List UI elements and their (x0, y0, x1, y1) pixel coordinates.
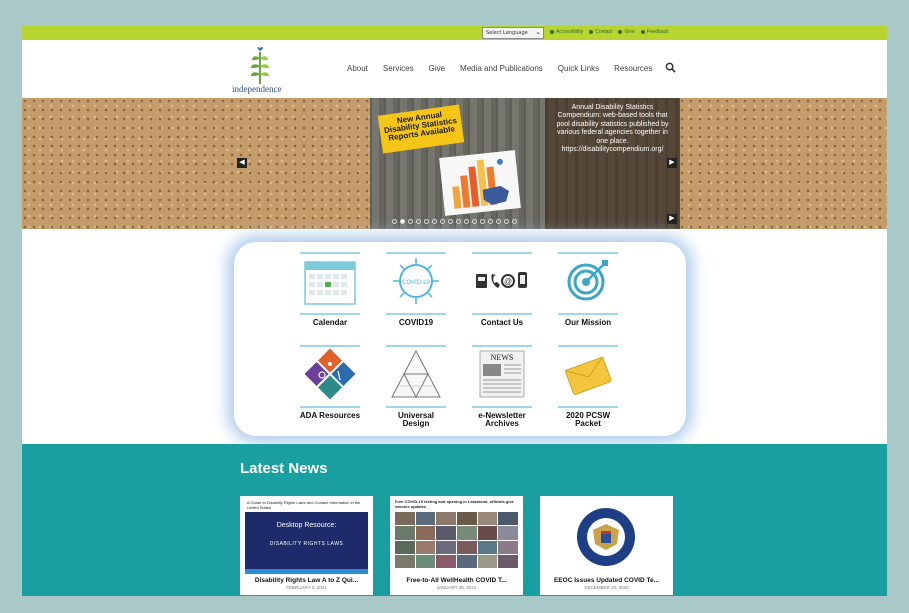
tile-ada-resources[interactable]: ADA Resources (298, 345, 362, 420)
hero-carousel: ◀ New Annual Disability Statistics Repor… (22, 98, 887, 229)
eeoc-seal-icon (577, 508, 635, 566)
nav-item-media[interactable]: Media and Publications (460, 64, 543, 73)
news-card-date: JANUARY 28, 2021 (436, 585, 477, 590)
carousel-dot[interactable] (496, 219, 501, 224)
news-card-image: Free COVID-19 testing and opening in Lak… (395, 500, 518, 574)
carousel-dot[interactable] (488, 219, 493, 224)
carousel-dot[interactable] (432, 219, 437, 224)
tile-label: Calendar (312, 318, 348, 327)
tile-label: COVID19 (398, 318, 434, 327)
svg-text:COVID-19: COVID-19 (402, 280, 430, 286)
tile-contact-us[interactable]: @ Contact Us (470, 252, 534, 327)
news-card-image: A Guide to Disability Rights Laws and Co… (245, 500, 368, 574)
nav-item-resources[interactable]: Resources (614, 64, 652, 73)
utility-link-contact[interactable]: Contact (589, 29, 612, 35)
nav-item-services[interactable]: Services (383, 64, 414, 73)
site-header: independence About Services Give Media a… (22, 40, 887, 98)
tile-e-newsletter[interactable]: NEWS e-Newsletter Archives (470, 345, 534, 428)
news-card-title[interactable]: EEOC Issues Updated COVID Te... (540, 577, 673, 584)
news-card-title[interactable]: Disability Rights Law A to Z Qui... (240, 577, 373, 584)
svg-text:NEWS: NEWS (491, 353, 514, 362)
calendar-icon (304, 261, 356, 305)
tile-label: e-Newsletter Archives (478, 411, 526, 428)
carousel-dot[interactable] (464, 219, 469, 224)
news-card[interactable]: EEOC Issues Updated COVID Te... DECEMBER… (540, 496, 673, 595)
eye-icon (550, 30, 554, 34)
nav-item-give[interactable]: Give (429, 64, 445, 73)
nav-item-about[interactable]: About (347, 64, 368, 73)
tile-calendar[interactable]: Calendar (298, 252, 362, 327)
search-icon[interactable] (665, 62, 676, 73)
carousel-dot[interactable] (400, 219, 405, 224)
carousel-dot[interactable] (512, 219, 517, 224)
carousel-next-icon[interactable]: ▶ (667, 158, 677, 168)
utility-links: Accessibility Contact Give Feedback (550, 29, 669, 35)
carousel-dot[interactable] (392, 219, 397, 224)
carousel-dot[interactable] (416, 219, 421, 224)
newspaper-icon: NEWS (479, 350, 525, 398)
chevron-down-icon: ⌄ (535, 28, 541, 36)
news-card-date: DECEMBER 22, 2020 (584, 585, 629, 590)
carousel-dot[interactable] (504, 219, 509, 224)
carousel-dots (392, 219, 517, 224)
tile-label: Our Mission (564, 318, 612, 327)
tile-label: 2020 PCSW Packet (565, 411, 611, 428)
utility-bar: Select Language ⌄ Accessibility Contact … (22, 26, 887, 40)
browser-page: Select Language ⌄ Accessibility Contact … (22, 26, 887, 596)
carousel-dot[interactable] (424, 219, 429, 224)
svg-text:@: @ (504, 277, 512, 286)
quick-links-panel: Calendar COVID-19 COVID19 @ Contact Us O… (234, 242, 686, 436)
ada-symbols-icon (304, 348, 356, 400)
virus-icon: COVID-19 (393, 258, 439, 304)
latest-news-section: Latest News A Guide to Disability Rights… (22, 444, 887, 596)
rss-icon (640, 30, 645, 34)
target-icon (567, 260, 608, 301)
utility-link-feedback[interactable]: Feedback (640, 29, 669, 35)
tile-pcsw-packet[interactable]: 2020 PCSW Packet (556, 345, 620, 428)
tile-label: Universal Design (397, 411, 435, 428)
carousel-play-icon[interactable]: ▶ (667, 214, 677, 224)
carousel-dot[interactable] (456, 219, 461, 224)
tile-covid19[interactable]: COVID-19 COVID19 (384, 252, 448, 327)
nav-item-quick-links[interactable]: Quick Links (558, 64, 599, 73)
news-card[interactable]: A Guide to Disability Rights Laws and Co… (240, 496, 373, 595)
utility-link-give[interactable]: Give (618, 29, 635, 35)
carousel-dot[interactable] (448, 219, 453, 224)
carousel-dot[interactable] (472, 219, 477, 224)
tile-universal-design[interactable]: Universal Design (384, 345, 448, 428)
chat-icon (589, 30, 594, 34)
tile-our-mission[interactable]: Our Mission (556, 252, 620, 327)
news-card-title[interactable]: Free-to-All WellHealth COVID T... (390, 577, 523, 584)
tile-label: ADA Resources (299, 411, 361, 420)
carousel-dot[interactable] (480, 219, 485, 224)
carousel-prev-icon[interactable]: ◀ (237, 158, 247, 168)
main-nav: About Services Give Media and Publicatio… (347, 64, 652, 73)
contact-devices-icon: @ (476, 272, 527, 288)
logo-text: independence (232, 84, 282, 94)
envelope-icon (564, 356, 612, 395)
news-card-date: FEBRUARY 3, 2021 (286, 585, 327, 590)
tile-label: Contact Us (480, 318, 524, 327)
language-select[interactable]: Select Language ⌄ (482, 27, 544, 39)
section-heading: Latest News (240, 460, 328, 477)
carousel-dot[interactable] (440, 219, 445, 224)
video-grid (395, 512, 518, 568)
news-card[interactable]: Free COVID-19 testing and opening in Lak… (390, 496, 523, 595)
utility-link-accessibility[interactable]: Accessibility (550, 29, 583, 35)
news-card-image (545, 500, 668, 574)
slide-caption: Annual Disability Statistics Compendium:… (545, 98, 680, 229)
triangle-diagram-icon (391, 349, 441, 399)
carousel-dot[interactable] (408, 219, 413, 224)
slide-chart-image (439, 150, 521, 216)
heart-icon (618, 30, 623, 34)
